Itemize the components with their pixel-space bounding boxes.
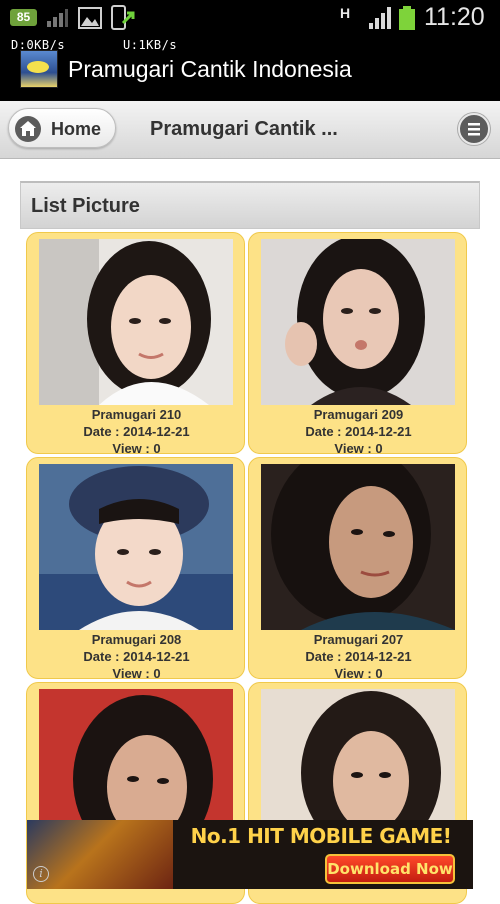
ad-download-button[interactable]: Download Now [325, 854, 455, 884]
ad-headline: No.1 HIT MOBILE GAME! [190, 824, 452, 848]
card-views: View : 0 [112, 666, 161, 681]
app-bar: D:0KB/s U:1KB/s Pramugari Cantik Indones… [0, 36, 500, 101]
card-views: View : 0 [112, 441, 161, 456]
card-name: Pramugari 207 [313, 632, 404, 647]
card-date: Date : 2014-12-21 [83, 649, 190, 664]
section-header: List Picture [20, 181, 480, 229]
content-area[interactable]: List Picture Pramugari 210 Date : 2014-1… [0, 159, 500, 904]
home-button[interactable]: Home [8, 108, 116, 148]
network-type-indicator: H [340, 5, 351, 21]
picture-card[interactable]: Pramugari 209 Date : 2014-12-21 View : 0 [248, 232, 467, 456]
page-header: Home Pramugari Cantik ... [0, 101, 500, 159]
home-icon [15, 116, 41, 142]
battery-level-badge: 85 [10, 9, 37, 26]
picture-card[interactable]: Pramugari 210 Date : 2014-12-21 View : 0 [26, 232, 245, 456]
signal-icon [369, 7, 391, 29]
page-title: Pramugari Cantik ... [150, 118, 338, 140]
ad-banner[interactable]: i No.1 HIT MOBILE GAME! Download Now [27, 820, 473, 889]
phone-update-icon [111, 5, 135, 30]
app-title: Pramugari Cantik Indonesia [68, 56, 352, 82]
card-views: View : 0 [334, 441, 383, 456]
clock: 11:20 [424, 3, 485, 31]
menu-button[interactable] [458, 113, 490, 145]
card-name: Pramugari 208 [91, 632, 182, 647]
card-date: Date : 2014-12-21 [305, 649, 412, 664]
card-date: Date : 2014-12-21 [305, 424, 412, 439]
info-icon[interactable]: i [33, 866, 49, 882]
battery-icon [399, 6, 415, 30]
home-button-label: Home [51, 119, 102, 139]
card-date: Date : 2014-12-21 [83, 424, 190, 439]
card-name: Pramugari 210 [91, 407, 182, 422]
signal-small-icon [47, 9, 68, 27]
photo-thumbnail[interactable] [261, 464, 455, 630]
app-icon[interactable] [20, 50, 58, 88]
photo-thumbnail[interactable] [39, 464, 233, 630]
card-name: Pramugari 209 [313, 407, 404, 422]
photo-thumbnail[interactable] [261, 239, 455, 405]
ad-artwork [27, 820, 173, 889]
card-views: View : 0 [334, 666, 383, 681]
menu-icon [468, 123, 480, 136]
status-bar: 85 H 11:20 [0, 0, 500, 36]
gallery-icon [78, 7, 102, 29]
picture-card[interactable]: Pramugari 208 Date : 2014-12-21 View : 0 [26, 457, 245, 681]
picture-card[interactable]: Pramugari 207 Date : 2014-12-21 View : 0 [248, 457, 467, 681]
section-title: List Picture [31, 195, 140, 217]
upload-speed: U:1KB/s [123, 38, 178, 52]
photo-thumbnail[interactable] [39, 239, 233, 405]
